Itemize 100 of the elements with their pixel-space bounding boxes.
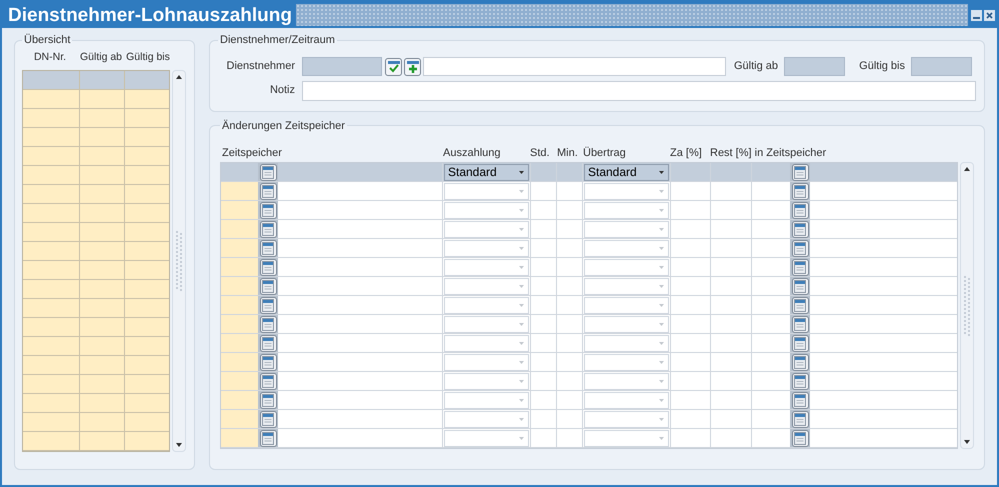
- table-row[interactable]: [221, 353, 957, 372]
- lookup-button[interactable]: [260, 182, 276, 200]
- confirm-button[interactable]: [385, 58, 402, 76]
- dropdown[interactable]: [444, 182, 529, 200]
- table-row[interactable]: [221, 315, 957, 334]
- lookup-button[interactable]: [260, 258, 276, 276]
- employee-id-field[interactable]: [302, 57, 382, 76]
- scrollbar[interactable]: [172, 70, 186, 452]
- valid-to-field[interactable]: [911, 57, 972, 76]
- dropdown[interactable]: [584, 354, 669, 370]
- table-row[interactable]: [221, 201, 957, 220]
- table-row[interactable]: [221, 258, 957, 277]
- dropdown[interactable]: [444, 278, 529, 294]
- lookup-button[interactable]: [792, 354, 808, 370]
- lookup-button[interactable]: [260, 334, 276, 352]
- lookup-button[interactable]: [792, 410, 808, 428]
- dropdown[interactable]: [584, 392, 669, 408]
- table-row[interactable]: [23, 90, 169, 108]
- table-row[interactable]: [23, 222, 169, 242]
- lookup-button[interactable]: [260, 202, 276, 218]
- add-button[interactable]: [404, 58, 421, 76]
- lookup-button[interactable]: [792, 372, 808, 390]
- dropdown[interactable]: [444, 392, 529, 408]
- dropdown[interactable]: [444, 296, 529, 314]
- table-row[interactable]: [23, 336, 169, 356]
- table-row[interactable]: [221, 182, 957, 201]
- table-row[interactable]: [221, 391, 957, 410]
- lookup-button[interactable]: [792, 278, 808, 294]
- lookup-button[interactable]: [792, 334, 808, 352]
- dropdown[interactable]: [584, 296, 669, 314]
- table-row[interactable]: [221, 296, 957, 315]
- employee-name-field[interactable]: [423, 57, 726, 76]
- dropdown[interactable]: [444, 410, 529, 428]
- dropdown[interactable]: [584, 202, 669, 218]
- lookup-button[interactable]: [260, 164, 276, 180]
- dropdown[interactable]: [584, 316, 669, 332]
- table-row[interactable]: [23, 298, 169, 318]
- lookup-button[interactable]: [260, 278, 276, 294]
- dropdown[interactable]: [444, 258, 529, 276]
- lookup-button[interactable]: [260, 220, 276, 238]
- table-row[interactable]: [23, 128, 169, 146]
- table-row[interactable]: [23, 204, 169, 222]
- lookup-button[interactable]: [260, 316, 276, 332]
- dropdown[interactable]: [584, 430, 669, 446]
- table-row[interactable]: [23, 356, 169, 374]
- dropdown[interactable]: Standard: [444, 164, 529, 180]
- dropdown[interactable]: [444, 202, 529, 218]
- dropdown[interactable]: [584, 220, 669, 238]
- scrollbar[interactable]: [960, 162, 974, 449]
- dropdown[interactable]: [584, 182, 669, 200]
- table-row[interactable]: [23, 374, 169, 394]
- lookup-button[interactable]: [260, 372, 276, 390]
- dropdown[interactable]: [444, 334, 529, 352]
- dropdown[interactable]: [444, 430, 529, 446]
- lookup-button[interactable]: [260, 296, 276, 314]
- lookup-button[interactable]: [792, 164, 808, 180]
- dropdown[interactable]: Standard: [584, 164, 669, 180]
- table-row[interactable]: [23, 184, 169, 204]
- lookup-button[interactable]: [792, 258, 808, 276]
- lookup-button[interactable]: [792, 220, 808, 238]
- dropdown[interactable]: [444, 220, 529, 238]
- table-row[interactable]: [221, 372, 957, 391]
- dropdown[interactable]: [444, 240, 529, 256]
- table-row[interactable]: [23, 394, 169, 412]
- minimize-button[interactable]: [971, 10, 982, 20]
- dropdown[interactable]: [584, 372, 669, 390]
- dropdown[interactable]: [444, 316, 529, 332]
- table-row[interactable]: [221, 334, 957, 353]
- lookup-button[interactable]: [792, 296, 808, 314]
- note-field[interactable]: [302, 80, 976, 100]
- lookup-button[interactable]: [792, 392, 808, 408]
- lookup-button[interactable]: [260, 240, 276, 256]
- lookup-button[interactable]: [792, 202, 808, 218]
- table-row[interactable]: [23, 280, 169, 298]
- dropdown[interactable]: [584, 258, 669, 276]
- table-row[interactable]: [221, 239, 957, 258]
- dropdown[interactable]: [444, 354, 529, 370]
- lookup-button[interactable]: [792, 240, 808, 256]
- dropdown[interactable]: [584, 278, 669, 294]
- table-row[interactable]: [221, 410, 957, 429]
- dropdown[interactable]: [444, 372, 529, 390]
- lookup-button[interactable]: [260, 354, 276, 370]
- table-row[interactable]: [23, 166, 169, 184]
- lookup-button[interactable]: [260, 430, 276, 446]
- table-row[interactable]: [23, 242, 169, 260]
- lookup-button[interactable]: [260, 410, 276, 428]
- lookup-button[interactable]: [792, 430, 808, 446]
- table-row[interactable]: [23, 146, 169, 166]
- lookup-button[interactable]: [792, 316, 808, 332]
- dropdown[interactable]: [584, 410, 669, 428]
- table-row[interactable]: [23, 260, 169, 280]
- valid-from-field[interactable]: [784, 57, 845, 76]
- lookup-button[interactable]: [260, 392, 276, 408]
- dropdown[interactable]: [584, 240, 669, 256]
- dropdown[interactable]: [584, 334, 669, 352]
- table-row[interactable]: [23, 412, 169, 432]
- close-button[interactable]: [984, 10, 995, 20]
- table-row[interactable]: [23, 108, 169, 128]
- lookup-button[interactable]: [792, 182, 808, 200]
- table-row[interactable]: [221, 277, 957, 296]
